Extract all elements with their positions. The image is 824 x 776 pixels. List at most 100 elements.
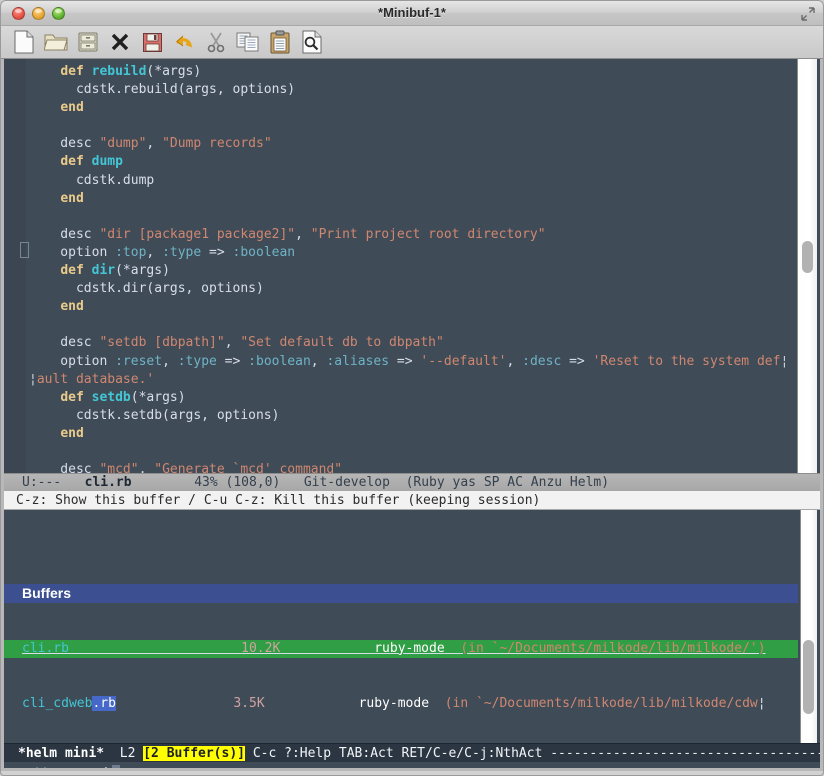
- new-file-icon[interactable]: [11, 29, 37, 55]
- close-buffer-icon[interactable]: [107, 29, 133, 55]
- code-token: cdstk.rebuild(args, options): [29, 82, 296, 98]
- code-scrollbar-thumb[interactable]: [802, 241, 813, 273]
- help-line: C-z: Show this buffer / C-u C-z: Kill th…: [4, 491, 820, 510]
- mode-line-buffer-name: cli.rb: [84, 475, 132, 490]
- buffer-name-match: .rb: [45, 640, 69, 656]
- point-cursor: [20, 242, 29, 258]
- mode-line-percent: 43%: [194, 475, 218, 490]
- code-token: =>: [561, 353, 593, 369]
- code-token: def: [60, 64, 84, 79]
- source-code-text[interactable]: def rebuild(*args) cdstk.rebuild(args, o…: [29, 59, 794, 473]
- code-line: def dump: [29, 153, 794, 171]
- code-token: def: [60, 389, 84, 405]
- code-token: "Print project root directory": [310, 226, 546, 242]
- code-token: dump: [91, 154, 123, 170]
- code-line: cdstk.setdb(args, options): [29, 407, 794, 425]
- code-token: cdstk.dump: [29, 172, 155, 188]
- code-token: end: [60, 425, 84, 441]
- code-token: end: [60, 100, 84, 116]
- code-token: option: [29, 353, 116, 369]
- code-token: "setdb [dbpath]": [99, 335, 225, 351]
- cut-icon[interactable]: [203, 29, 229, 55]
- minibuffer-prompt: pattern:: [18, 766, 81, 768]
- code-line: ¦ault database.': [29, 371, 794, 389]
- mode-line-vc: Git-develop: [303, 475, 390, 490]
- code-token: (*args): [115, 263, 170, 279]
- buffer-directory: (in `~/Documents/milkode/lib/milkode/cdw: [444, 696, 758, 711]
- mode-line-minor-modes: (Ruby yas SP AC Anzu Helm): [405, 475, 610, 490]
- code-token: "dump": [99, 136, 147, 152]
- code-line: option :top, :type => :boolean: [29, 244, 794, 262]
- code-line: end: [29, 298, 794, 316]
- helm-candidate-buffer-cli-cdweb[interactable]: cli_cdweb.rb 3.5K ruby-mode (in `~/Docum…: [4, 695, 798, 714]
- code-token: ,: [146, 244, 163, 260]
- code-line: desc "dir [package1 package2]", "Print p…: [29, 226, 794, 244]
- toolbar: [1, 26, 823, 59]
- helm-scrollbar-thumb[interactable]: [803, 640, 814, 714]
- code-token: :type: [177, 353, 217, 369]
- minibuffer-cursor: [111, 765, 120, 768]
- minibuffer-input[interactable]: .rb: [88, 766, 111, 768]
- mode-line-point: (108,0): [225, 475, 281, 490]
- paste-icon[interactable]: [267, 29, 293, 55]
- search-icon[interactable]: [299, 29, 325, 55]
- buffer-mode: ruby-mode: [358, 696, 430, 711]
- helm-scrollbar[interactable]: [800, 510, 817, 743]
- code-window[interactable]: def rebuild(*args) cdstk.rebuild(args, o…: [4, 59, 820, 473]
- code-line: def setdb(*args): [29, 389, 794, 407]
- code-token: dir: [91, 263, 116, 279]
- code-line: option :reset, :type => :boolean, :alias…: [29, 353, 794, 371]
- code-token: ,: [506, 353, 523, 369]
- helm-candidate-buffer-cli[interactable]: cli.rb 10.2K ruby-mode (in `~/Documents/…: [4, 639, 798, 658]
- code-token: "Set default db to dbpath": [240, 335, 444, 351]
- helm-modeline-keys: C-c ?:Help TAB:Act RET/C-e/C-j:NthAct: [252, 746, 543, 761]
- code-line: desc "dump", "Dump records": [29, 135, 794, 153]
- code-line: def rebuild(*args): [29, 63, 794, 81]
- resize-icon[interactable]: [801, 6, 815, 21]
- code-token: ,: [162, 353, 178, 369]
- buffer-name-match: .rb: [92, 696, 116, 711]
- code-scrollbar[interactable]: [797, 59, 817, 473]
- code-line: end: [29, 99, 794, 117]
- title-bar: *Minibuf-1*: [1, 1, 823, 26]
- save-icon[interactable]: [139, 29, 165, 55]
- left-fringe: [4, 59, 26, 473]
- code-token: "Generate `mcd' command": [154, 462, 343, 473]
- buffer-directory: (in `~/Documents/milkode/lib/milkode/'): [460, 640, 766, 656]
- code-token: def: [60, 154, 84, 170]
- minibuffer[interactable]: pattern: .rb: [4, 762, 820, 768]
- code-token: '--default': [420, 353, 507, 369]
- code-token: ¦: [29, 371, 37, 387]
- helm-modeline-count: [2 Buffer(s)]: [143, 746, 245, 761]
- code-token: :boolean: [248, 353, 311, 369]
- undo-icon[interactable]: [171, 29, 197, 55]
- helm-candidate-list[interactable]: Buffers cli.rb 10.2K ruby-mode (in `~/Do…: [4, 510, 798, 743]
- buffer-name-prefix: cli_cdweb: [22, 696, 93, 711]
- emacs-window: *Minibuf-1* def rebuild(*args) cdstk.reb…: [0, 0, 824, 776]
- code-token: ,: [138, 462, 155, 473]
- code-token: :reset: [115, 353, 163, 369]
- open-file-icon[interactable]: [43, 29, 69, 55]
- code-token: rebuild: [91, 64, 147, 79]
- save-as-icon[interactable]: [75, 29, 101, 55]
- code-token: (*args): [130, 389, 186, 405]
- helm-window[interactable]: Buffers cli.rb 10.2K ruby-mode (in `~/Do…: [4, 510, 820, 743]
- code-token: ,: [146, 136, 163, 152]
- code-line: def dir(*args): [29, 262, 794, 280]
- buffer-name-prefix: cli: [22, 640, 46, 656]
- code-token: "Dump records": [162, 136, 272, 152]
- code-token: :desc: [522, 353, 562, 369]
- copy-icon[interactable]: [235, 29, 261, 55]
- code-token: :aliases: [326, 353, 390, 369]
- helm-modeline-dashes: ----------------------------------------…: [550, 746, 820, 761]
